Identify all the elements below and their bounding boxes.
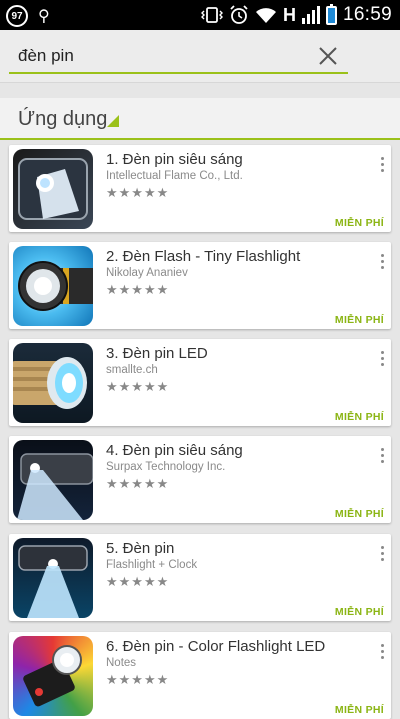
overflow-menu-icon[interactable] xyxy=(381,254,385,272)
dropdown-triangle-icon xyxy=(107,115,119,127)
close-icon[interactable] xyxy=(318,46,338,66)
app-rating-stars-icon: ★★★★★ xyxy=(106,672,170,687)
alarm-icon xyxy=(230,5,248,24)
overflow-menu-icon[interactable] xyxy=(381,546,385,564)
app-title: 2. Đèn Flash - Tiny Flashlight xyxy=(106,248,301,265)
overflow-menu-icon[interactable] xyxy=(381,157,385,175)
status-bar: 97 ⚲ H 16:59 xyxy=(0,0,400,30)
app-icon xyxy=(13,636,93,716)
vibrate-icon xyxy=(200,7,223,23)
app-developer: Flashlight + Clock xyxy=(106,559,198,571)
section-header[interactable]: Ứng dụng xyxy=(0,98,400,140)
clock: 16:59 xyxy=(342,4,392,25)
status-bar-left: 97 ⚲ xyxy=(6,5,50,27)
app-card-6[interactable]: 6. Đèn pin - Color Flashlight LED Notes … xyxy=(9,632,391,719)
usb-icon: ⚲ xyxy=(38,8,50,25)
section-title: Ứng dụng xyxy=(18,108,108,130)
app-developer: Notes xyxy=(106,657,137,669)
search-underline xyxy=(9,72,348,74)
search-input[interactable]: đèn pin xyxy=(18,46,74,66)
overflow-menu-icon[interactable] xyxy=(381,448,385,466)
app-title: 3. Đèn pin LED xyxy=(106,345,208,362)
app-card-1[interactable]: 1. Đèn pin siêu sáng Intellectual Flame … xyxy=(9,145,391,232)
app-icon xyxy=(13,343,93,423)
app-rating-stars-icon: ★★★★★ xyxy=(106,476,170,491)
app-card-3[interactable]: 3. Đèn pin LED smallte.ch ★★★★★ MIỄN PHÍ xyxy=(9,339,391,426)
app-title: 6. Đèn pin - Color Flashlight LED xyxy=(106,638,326,655)
app-rating-stars-icon: ★★★★★ xyxy=(106,185,170,200)
app-developer: smallte.ch xyxy=(106,364,158,376)
app-rating-stars-icon: ★★★★★ xyxy=(106,379,170,394)
app-title: 4. Đèn pin siêu sáng xyxy=(106,442,243,459)
app-developer: Intellectual Flame Co., Ltd. xyxy=(106,170,243,182)
app-price: MIỄN PHÍ xyxy=(334,606,384,618)
app-card-4[interactable]: 4. Đèn pin siêu sáng Surpax Technology I… xyxy=(9,436,391,523)
overflow-menu-icon[interactable] xyxy=(381,351,385,369)
app-icon xyxy=(13,246,93,326)
overflow-menu-icon[interactable] xyxy=(381,644,385,662)
app-icon xyxy=(13,149,93,229)
app-icon xyxy=(13,440,93,520)
app-rating-stars-icon: ★★★★★ xyxy=(106,282,170,297)
app-rating-stars-icon: ★★★★★ xyxy=(106,574,170,589)
app-developer: Nikolay Ananiev xyxy=(106,267,188,279)
app-title: 1. Đèn pin siêu sáng xyxy=(106,151,243,168)
app-developer: Surpax Technology Inc. xyxy=(106,461,226,473)
app-card-5[interactable]: 5. Đèn pin Flashlight + Clock ★★★★★ MIỄN… xyxy=(9,534,391,621)
status-bar-right: H 16:59 xyxy=(200,3,392,26)
app-icon xyxy=(13,538,93,618)
app-price: MIỄN PHÍ xyxy=(334,217,384,229)
app-card-2[interactable]: 2. Đèn Flash - Tiny Flashlight Nikolay A… xyxy=(9,242,391,329)
notification-count-icon: 97 xyxy=(6,5,28,27)
app-price: MIỄN PHÍ xyxy=(334,508,384,520)
app-price: MIỄN PHÍ xyxy=(334,314,384,326)
app-price: MIỄN PHÍ xyxy=(334,704,384,716)
network-type-label: H xyxy=(282,4,296,25)
app-title: 5. Đèn pin xyxy=(106,540,175,557)
battery-icon xyxy=(325,3,337,25)
search-bar: đèn pin xyxy=(0,30,400,83)
signal-icon xyxy=(301,6,320,24)
app-price: MIỄN PHÍ xyxy=(334,411,384,423)
wifi-icon xyxy=(255,8,276,23)
